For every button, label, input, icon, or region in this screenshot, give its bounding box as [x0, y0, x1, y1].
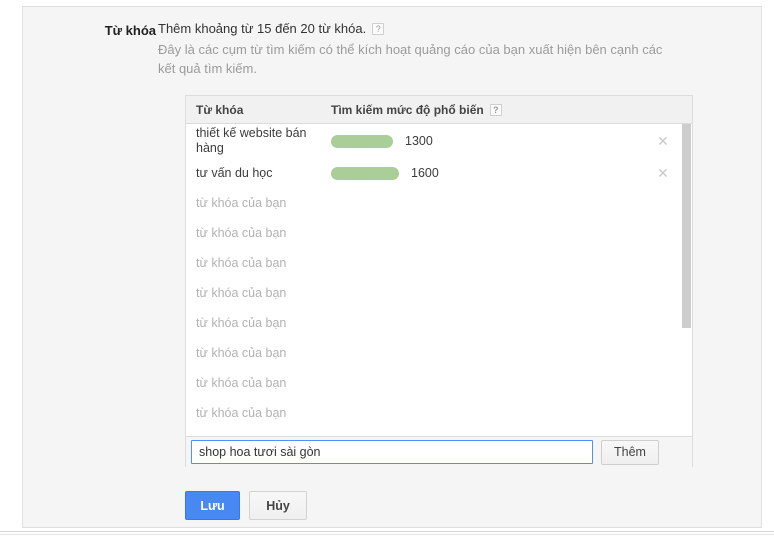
placeholder-text: từ khóa của bạn [196, 346, 287, 360]
table-header-row: Từ khóa Tìm kiếm mức độ phổ biến ? [186, 96, 692, 124]
keyword-scroll-region[interactable]: thiết kế website bán hàng 1300 ✕ tư vấn … [186, 124, 692, 424]
remove-keyword-icon[interactable]: ✕ [656, 134, 670, 148]
remove-keyword-icon[interactable]: ✕ [656, 166, 670, 180]
help-icon[interactable]: ? [372, 22, 385, 35]
placeholder-text: từ khóa của bạn [196, 256, 287, 270]
volume-bar [331, 166, 399, 180]
list-item[interactable]: từ khóa của bạn [186, 278, 692, 308]
volume-bar [331, 134, 393, 148]
keyword-table: Từ khóa Tìm kiếm mức độ phổ biến ? thiết… [185, 95, 693, 467]
column-header-volume-group: Tìm kiếm mức độ phổ biến ? [331, 103, 502, 117]
intro-description: Đây là các cụm từ tìm kiếm có thể kích h… [158, 42, 663, 76]
intro-block: Thêm khoảng từ 15 đến 20 từ khóa. ? Đây … [158, 19, 748, 78]
placeholder-text: từ khóa của bạn [196, 196, 287, 210]
intro-headline: Thêm khoảng từ 15 đến 20 từ khóa. [158, 21, 367, 36]
page-title: Từ khóa [104, 23, 156, 38]
list-item[interactable]: từ khóa của bạn [186, 368, 692, 398]
scrollbar-track[interactable] [682, 124, 692, 424]
intro-headline-row: Thêm khoảng từ 15 đến 20 từ khóa. ? [158, 19, 748, 38]
list-item[interactable]: từ khóa của bạn [186, 398, 692, 424]
save-button[interactable]: Lưu [185, 491, 240, 520]
page-bottom-divider [0, 531, 774, 532]
table-row[interactable]: tư vấn du học 1600 ✕ [186, 158, 692, 188]
volume-group: 1300 [331, 134, 433, 148]
placeholder-text: từ khóa của bạn [196, 316, 287, 330]
cancel-button[interactable]: Hủy [249, 491, 307, 520]
column-header-volume: Tìm kiếm mức độ phổ biến [331, 102, 484, 117]
volume-value: 1600 [411, 166, 439, 180]
list-item[interactable]: từ khóa của bạn [186, 188, 692, 218]
page-bottom-divider-2 [0, 534, 774, 535]
keyword-text: tư vấn du học [196, 166, 273, 180]
list-item[interactable]: từ khóa của bạn [186, 338, 692, 368]
add-keyword-input[interactable] [191, 440, 593, 464]
placeholder-text: từ khóa của bạn [196, 286, 287, 300]
add-keyword-button[interactable]: Thêm [601, 439, 659, 465]
placeholder-text: từ khóa của bạn [196, 376, 287, 390]
list-item[interactable]: từ khóa của bạn [186, 248, 692, 278]
keyword-text: thiết kế website bán hàng [196, 126, 307, 155]
footer-actions: Lưu Hủy [185, 491, 307, 520]
volume-group: 1600 [331, 166, 439, 180]
keywords-panel: Từ khóa Thêm khoảng từ 15 đến 20 từ khóa… [22, 6, 762, 528]
add-keyword-row: Thêm [186, 436, 692, 467]
list-item[interactable]: từ khóa của bạn [186, 218, 692, 248]
placeholder-text: từ khóa của bạn [196, 406, 287, 420]
volume-help-icon[interactable]: ? [489, 103, 502, 116]
list-item[interactable]: từ khóa của bạn [186, 308, 692, 338]
scrollbar-thumb[interactable] [682, 124, 691, 328]
placeholder-text: từ khóa của bạn [196, 226, 287, 240]
volume-value: 1300 [405, 134, 433, 148]
column-header-keyword: Từ khóa [196, 102, 244, 117]
table-row[interactable]: thiết kế website bán hàng 1300 ✕ [186, 124, 692, 158]
